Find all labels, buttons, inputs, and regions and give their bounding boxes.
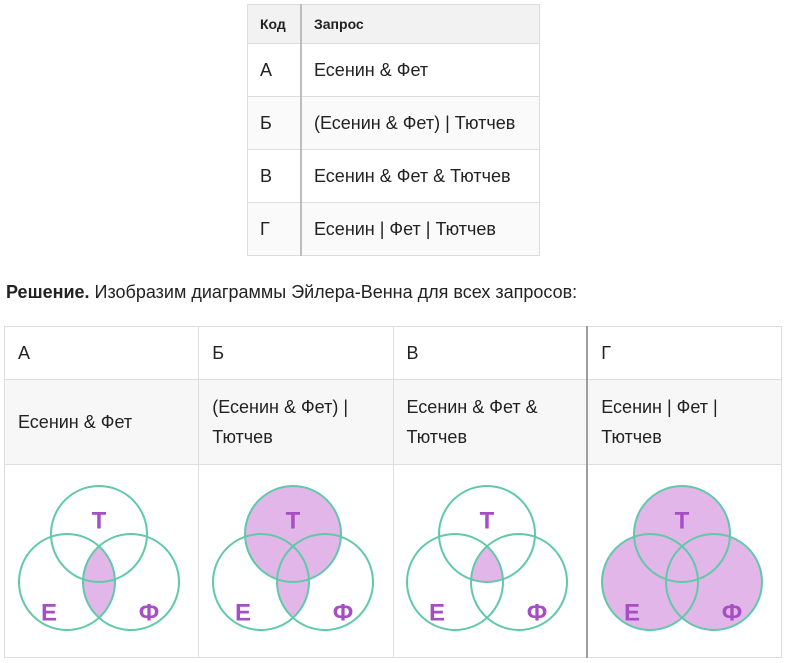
venn-code: В [392, 326, 588, 380]
venn-query-line: Тютчев [601, 427, 662, 447]
venn-query-line: (Есенин & Фет) | [212, 397, 349, 417]
label-t: Т [286, 507, 301, 534]
query-table: Код Запрос А Есенин & Фет Б (Есенин & Фе… [247, 4, 540, 256]
table-row: Б (Есенин & Фет) | Тютчев [247, 96, 540, 150]
table-row: Г Есенин | Фет | Тютчев [247, 202, 540, 256]
row-code: Г [247, 202, 302, 256]
label-e: Е [429, 599, 445, 626]
venn-query-line: Есенин & Фет & [406, 397, 538, 417]
venn-query-row: Есенин & Фет (Есенин & Фет) | Тютчев Есен… [3, 379, 783, 465]
venn-query-line: Тютчев [212, 427, 273, 447]
venn-code: Г [586, 326, 783, 380]
venn-query: Есенин | Фет | Тютчев [586, 379, 783, 465]
label-e: Е [41, 599, 57, 626]
row-query: (Есенин & Фет) | Тютчев [300, 96, 540, 150]
query-table-header: Код Запрос [247, 4, 540, 44]
row-query: Есенин & Фет [300, 43, 540, 97]
label-e: Е [235, 599, 251, 626]
table-row: В Есенин & Фет & Тютчев [247, 149, 540, 203]
venn-cell-b: Т Е Ф [198, 464, 394, 658]
venn-cell-c: Т Е Ф [392, 464, 588, 658]
label-e: Е [624, 599, 640, 626]
venn-code-row: А Б В Г [3, 326, 783, 380]
row-query: Есенин | Фет | Тютчев [300, 202, 540, 256]
venn-cell-d: Т Е Ф [586, 464, 783, 658]
venn-diagram-d: Т Е Ф [600, 485, 763, 631]
venn-diagram-row: Т Е Ф Т Е Ф Т Е Ф Т Е Ф [3, 464, 783, 658]
label-t: Т [674, 507, 689, 534]
header-query: Запрос [300, 4, 540, 44]
venn-diagram-c: Т Е Ф [405, 485, 568, 631]
venn-diagram-a: Т Е Ф [17, 485, 180, 631]
header-code: Код [247, 4, 302, 44]
venn-query: Есенин & Фет [3, 379, 200, 465]
venn-query-line: Есенин & Фет [18, 412, 133, 432]
venn-query-line: Есенин | Фет | [601, 397, 718, 417]
solution-paragraph: Решение. Изобразим диаграммы Эйлера-Венн… [6, 282, 577, 303]
label-f: Ф [527, 599, 547, 626]
venn-code: А [3, 326, 200, 380]
label-f: Ф [333, 599, 353, 626]
row-query: Есенин & Фет & Тютчев [300, 149, 540, 203]
solution-text: Изобразим диаграммы Эйлера-Венна для все… [89, 282, 578, 302]
venn-diagram-b: Т Е Ф [211, 485, 374, 631]
venn-cell-a: Т Е Ф [3, 464, 200, 658]
row-code: А [247, 43, 302, 97]
row-code: Б [247, 96, 302, 150]
label-f: Ф [721, 599, 741, 626]
row-code: В [247, 149, 302, 203]
table-row: А Есенин & Фет [247, 43, 540, 97]
venn-code: Б [198, 326, 394, 380]
label-t: Т [480, 507, 495, 534]
solution-label: Решение. [6, 282, 90, 302]
venn-query: Есенин & Фет & Тютчев [392, 379, 588, 465]
venn-query: (Есенин & Фет) | Тютчев [198, 379, 394, 465]
venn-query-line: Тютчев [406, 427, 468, 447]
label-t: Т [91, 507, 106, 534]
label-f: Ф [138, 599, 158, 626]
venn-table: А Б В Г Есенин & Фет (Есенин & Фет) | Тют… [3, 326, 783, 658]
